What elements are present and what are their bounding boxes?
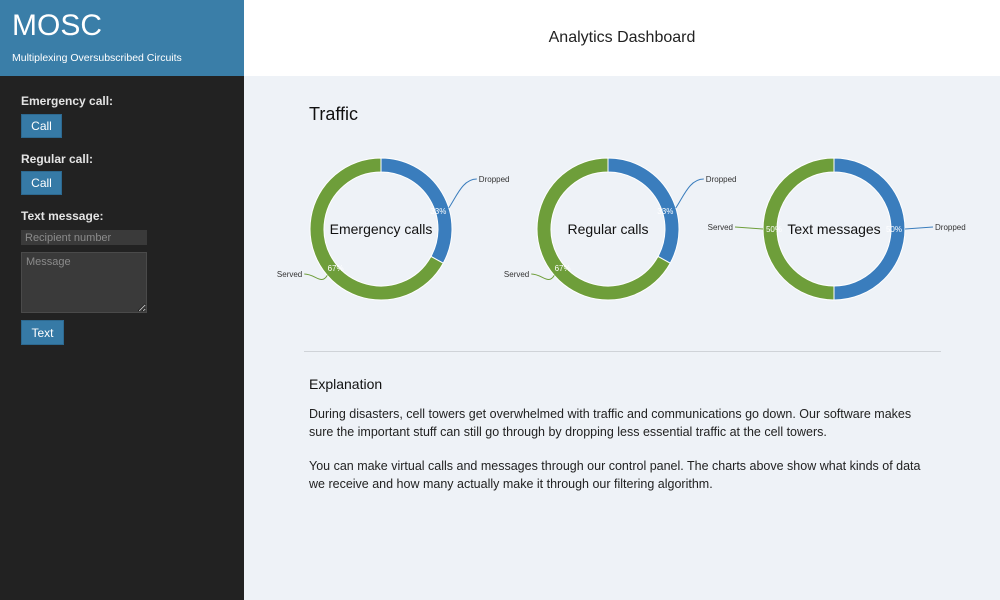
slice-percent-label: 33% (430, 207, 446, 216)
chart-center-title: Emergency calls (330, 221, 433, 237)
legend-label-dropped: Dropped (706, 175, 737, 184)
page-title: Analytics Dashboard (548, 29, 696, 46)
emergency-call-button[interactable]: Call (21, 114, 62, 138)
slice-percent-label: 33% (657, 207, 673, 216)
chart-center-title: Text messages (787, 221, 880, 237)
traffic-heading: Traffic (309, 104, 359, 124)
brand-subtitle: Multiplexing Oversubscribed Circuits (12, 52, 182, 64)
brand-title: MOSC (12, 9, 102, 42)
emergency-call-label: Emergency call: (21, 94, 114, 108)
legend-label-dropped: Dropped (479, 175, 510, 184)
regular-call-label: Regular call: (21, 152, 94, 166)
legend-label-served: Served (504, 270, 529, 279)
slice-percent-label: 50% (766, 225, 782, 234)
leader-line (734, 226, 764, 230)
explanation-paragraph-1: During disasters, cell towers get overwh… (309, 407, 912, 439)
regular-call-button[interactable]: Call (21, 171, 62, 195)
slice-percent-label: 67% (328, 264, 344, 273)
explanation-heading: Explanation (309, 376, 383, 392)
recipient-number-input[interactable] (21, 230, 147, 245)
explanation-paragraph-2: You can make virtual calls and messages … (309, 459, 921, 491)
chart-center-title: Regular calls (568, 221, 649, 237)
slice-percent-label: 50% (886, 225, 902, 234)
message-textarea[interactable] (21, 252, 147, 313)
leader-line (675, 178, 704, 209)
brand-header: MOSC Multiplexing Oversubscribed Circuit… (0, 0, 244, 76)
legend-label-dropped: Dropped (935, 223, 966, 232)
legend-label-served: Served (708, 223, 733, 232)
text-message-label: Text message: (21, 209, 104, 223)
leader-line (448, 178, 477, 209)
sidebar: MOSC Multiplexing Oversubscribed Circuit… (0, 0, 244, 600)
send-text-button[interactable]: Text (21, 320, 64, 345)
slice-percent-label: 67% (555, 264, 571, 273)
top-header: Analytics Dashboard (244, 0, 1000, 76)
leader-line (904, 226, 934, 230)
traffic-charts: 33% Dropped 67% Served Emergency calls 33% Dro… (277, 157, 966, 301)
section-divider (304, 351, 941, 352)
leader-line (304, 273, 328, 280)
legend-label-served: Served (277, 270, 302, 279)
leader-line (531, 273, 555, 280)
